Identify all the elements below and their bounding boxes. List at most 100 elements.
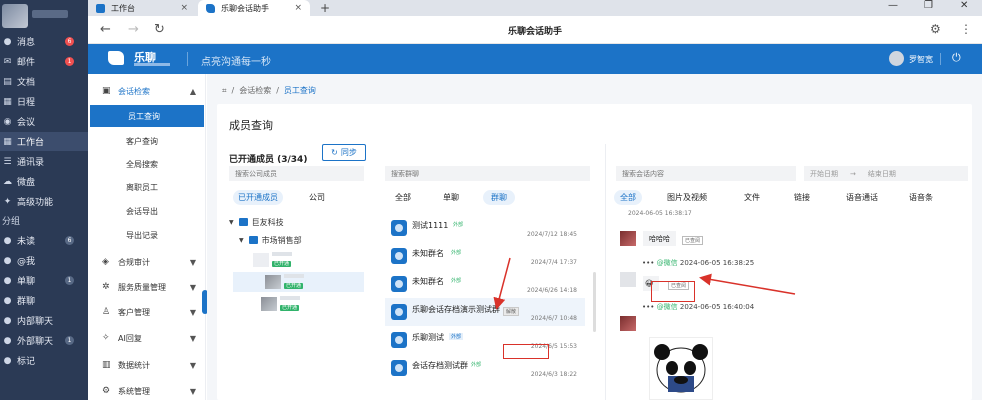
window-close-icon[interactable]: ✕: [960, 0, 968, 11]
date-range-picker[interactable]: 开始日期 → 结束日期: [804, 166, 968, 181]
nav-item-drive[interactable]: ☁ 微盘: [0, 172, 88, 191]
maximize-icon[interactable]: ❐: [924, 0, 933, 11]
group-unread[interactable]: ● 未读 6: [0, 231, 88, 250]
caret-down-icon: ▼: [239, 236, 244, 244]
nav-label: 未读: [17, 237, 36, 247]
menu-customer-mgmt[interactable]: ♙ 客户管理 ▼: [88, 301, 206, 323]
avatar[interactable]: [889, 51, 904, 66]
group-mentions[interactable]: ● @我: [0, 251, 88, 270]
tab-all-messages[interactable]: 全部: [614, 190, 642, 205]
tab-activated-members[interactable]: 已开通成员: [233, 190, 283, 205]
group-external-chat[interactable]: ● 外部聊天 1: [0, 331, 88, 350]
tree-node-company[interactable]: ▼ 巨友科技: [229, 214, 372, 230]
tab-group-chats[interactable]: 群聊: [483, 190, 515, 205]
nav-item-workbench[interactable]: ▦ 工作台: [0, 132, 88, 151]
menu-compliance[interactable]: ◈ 合规审计 ▼: [88, 251, 206, 273]
tab-chat-assistant[interactable]: 乐聊会话助手 ×: [198, 0, 310, 16]
breadcrumb-parent[interactable]: 会话检索: [239, 85, 271, 96]
name-blurred: •••: [642, 259, 655, 267]
breadcrumb: ⌗ / 会话检索 / 员工查询: [222, 85, 316, 96]
tab-workbench[interactable]: 工作台 ×: [88, 0, 196, 16]
tab-all-chats[interactable]: 全部: [389, 190, 417, 205]
chat-list-item[interactable]: 未知群名 外部 2024/7/4 17:37: [385, 242, 585, 270]
chat-list-item[interactable]: 会话存档测试群 外部 2024/6/3 18:22: [385, 354, 585, 382]
message-search-input[interactable]: [616, 166, 796, 181]
nav-item-calendar[interactable]: ▦ 日程: [0, 92, 88, 111]
chat-name: 会话存档测试群: [412, 361, 468, 370]
cloud-drive-icon: ☁: [3, 176, 12, 187]
member-search-input[interactable]: [229, 166, 364, 181]
close-icon[interactable]: ×: [180, 3, 188, 13]
menu-service-quality[interactable]: ✲ 服务质量管理 ▼: [88, 276, 206, 298]
menu-chat-export[interactable]: 会话导出: [88, 200, 206, 222]
menu-statistics[interactable]: ▥ 数据统计 ▼: [88, 354, 206, 376]
menu-chat-search[interactable]: ▣ 会话检索 ▲: [88, 80, 206, 102]
tab-company[interactable]: 公司: [297, 190, 337, 205]
person-icon: ♙: [102, 307, 111, 317]
menu-resigned-staff[interactable]: 离职员工: [88, 176, 206, 198]
member-item[interactable]: 已开通: [261, 294, 300, 314]
chat-name: 未知群名: [412, 249, 444, 258]
chat-list-item[interactable]: 乐聊测试 外部 2024/6/5 15:53: [385, 326, 585, 354]
slogan: 点亮沟通每一秒: [201, 57, 271, 68]
more-icon[interactable]: ⋮: [960, 22, 972, 36]
menu-customer-query[interactable]: 客户查询: [88, 130, 206, 152]
member-item[interactable]: 已开通: [233, 272, 364, 292]
group-avatar-icon: [391, 304, 407, 320]
member-count: 已开通成员 (3/34): [229, 155, 308, 165]
menu-label: 客户管理: [118, 307, 150, 317]
nav-item-docs[interactable]: ▤ 文档: [0, 72, 88, 91]
settings-icon[interactable]: ⚙: [930, 22, 941, 36]
nav-item-contacts[interactable]: ☰ 通讯录: [0, 152, 88, 171]
menu-ai-reply[interactable]: ✧ AI回复 ▼: [88, 327, 206, 349]
chevron-down-icon: ▼: [189, 333, 196, 343]
menu-system[interactable]: ⚙ 系统管理 ▼: [88, 380, 206, 400]
sync-button[interactable]: ↻ 同步: [322, 144, 366, 161]
avatar[interactable]: [2, 4, 28, 28]
home-icon[interactable]: ⌗: [222, 86, 227, 96]
nav-item-meeting[interactable]: ◉ 会议: [0, 112, 88, 131]
scrollbar[interactable]: [593, 272, 596, 332]
group-single-chat[interactable]: ● 单聊 1: [0, 271, 88, 290]
tab-voice-calls[interactable]: 语音通话: [842, 190, 882, 205]
chat-bubble-icon: ●: [3, 255, 12, 266]
nav-item-advanced[interactable]: ✦ 高级功能: [0, 192, 88, 211]
name-blurred: [284, 274, 304, 278]
member-item[interactable]: 已开通: [253, 250, 292, 270]
page-title: 成员查询: [229, 119, 273, 132]
nav-item-mail[interactable]: ✉ 邮件 1: [0, 52, 88, 71]
menu-employee-query[interactable]: 员工查询: [90, 105, 204, 127]
activated-tag: 已开通: [284, 283, 304, 289]
close-icon[interactable]: ×: [294, 3, 302, 13]
tab-single-chats[interactable]: 单聊: [437, 190, 465, 205]
minimize-icon[interactable]: —: [888, 0, 898, 11]
new-tab-icon[interactable]: +: [320, 1, 330, 15]
menu-export-records[interactable]: 导出记录: [88, 224, 206, 246]
contacts-icon: ☰: [3, 156, 12, 167]
sync-label: 同步: [340, 148, 357, 157]
tab-files[interactable]: 文件: [740, 190, 764, 205]
sticker-image[interactable]: [649, 337, 713, 400]
group-group-chat[interactable]: ● 群聊: [0, 291, 88, 310]
chat-list-item-selected[interactable]: 乐聊会话存档演示测试群 解散 2024/6/7 10:48: [385, 298, 585, 326]
brand-logo-icon: [108, 51, 124, 65]
tab-voice-messages[interactable]: 语音条: [906, 190, 936, 205]
grid-icon: [96, 3, 105, 13]
tab-media[interactable]: 图片及视频: [664, 190, 710, 205]
tree-node-dept[interactable]: ▼ 市场销售部: [229, 232, 372, 248]
message-time: 2024-06-05 16:38:25: [679, 259, 755, 267]
tree-label: 巨友科技: [251, 217, 284, 227]
nav-label: 文档: [17, 78, 36, 88]
group-internal-chat[interactable]: ● 内部聊天: [0, 311, 88, 330]
menu-global-search[interactable]: 全局搜索: [88, 153, 206, 175]
chat-list-item[interactable]: 测试1111 外部 2024/7/12 18:45: [385, 214, 585, 242]
group-section-label: 分组: [2, 216, 21, 227]
app-header: 乐聊 点亮沟通每一秒 罗智宽 ⏻: [88, 44, 982, 74]
chat-search-input[interactable]: [385, 166, 590, 181]
group-flagged[interactable]: ● 标记: [0, 351, 88, 370]
tab-links[interactable]: 链接: [790, 190, 814, 205]
nav-item-messages[interactable]: ● 消息 6: [0, 32, 88, 51]
chat-list-item[interactable]: 未知群名 外部 2024/6/26 14:18: [385, 270, 585, 298]
logout-icon[interactable]: ⏻: [952, 51, 961, 65]
user-name[interactable]: 罗智宽: [909, 54, 933, 65]
